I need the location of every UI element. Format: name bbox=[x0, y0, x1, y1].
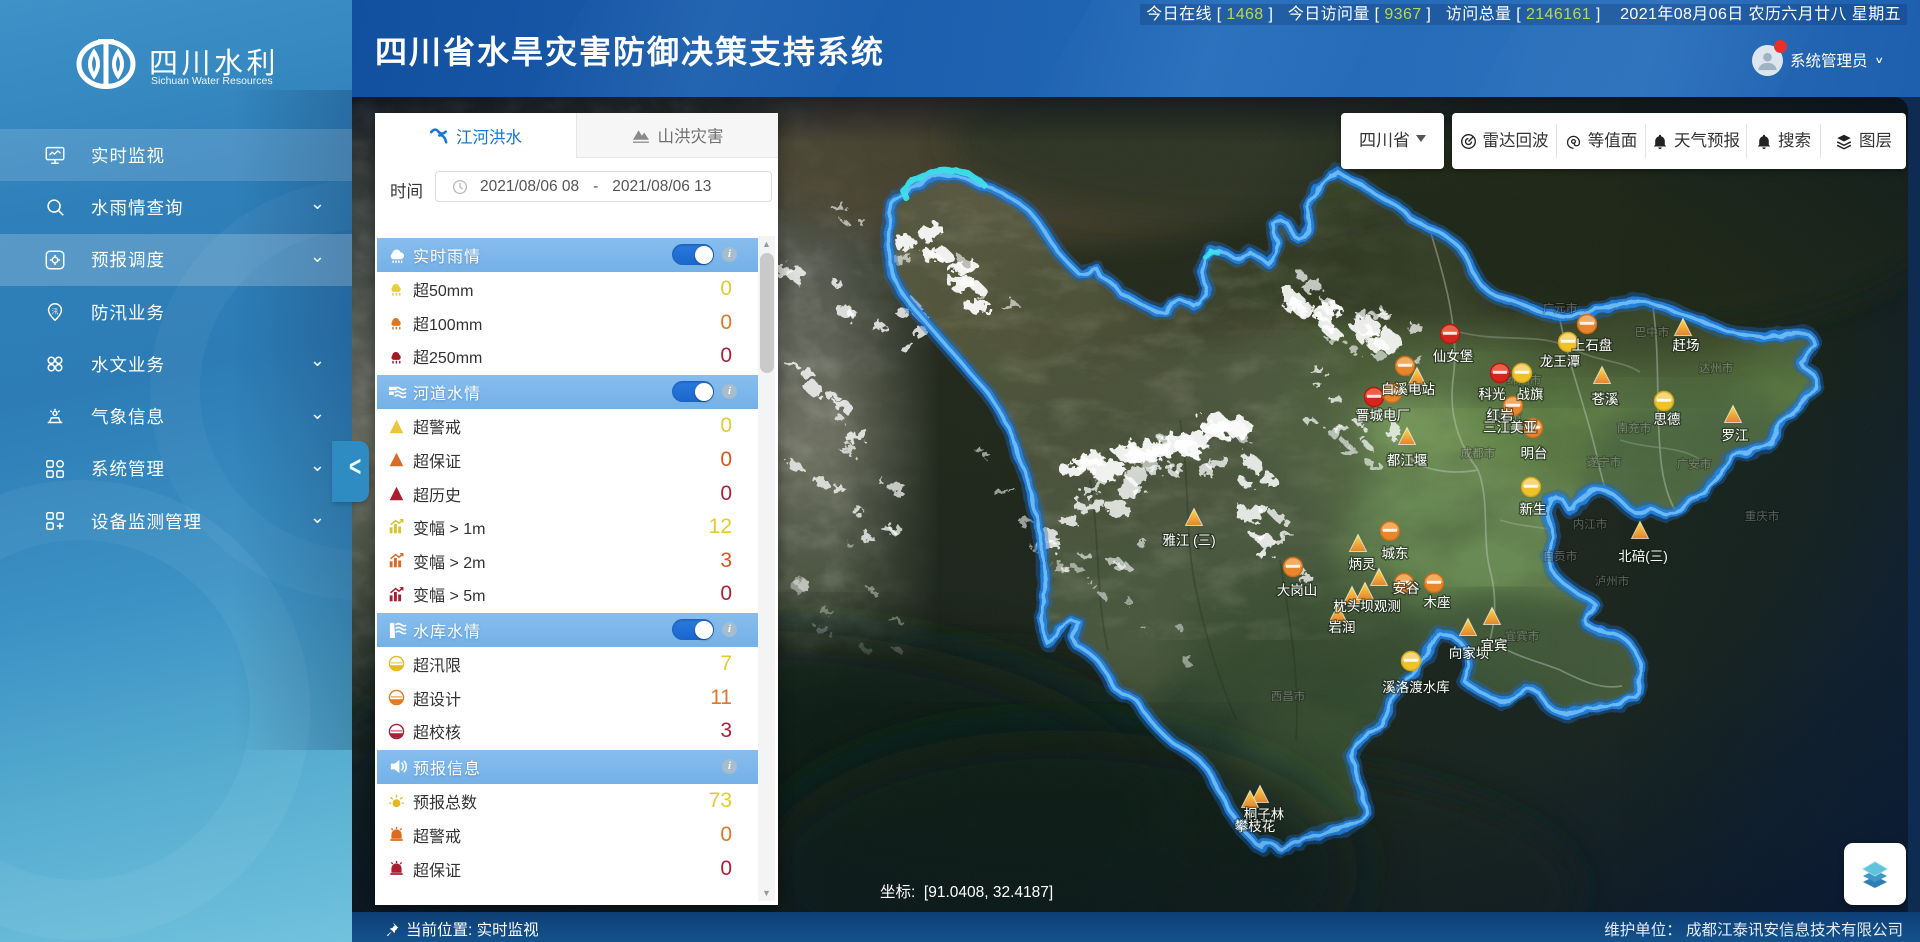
svg-text:白溪电站: 白溪电站 bbox=[1381, 382, 1435, 397]
svg-text:城东: 城东 bbox=[1382, 546, 1409, 561]
svg-text:自贡市: 自贡市 bbox=[1543, 549, 1578, 563]
svg-text:南充市: 南充市 bbox=[1617, 421, 1652, 435]
svg-text:溪洛渡水库: 溪洛渡水库 bbox=[1382, 680, 1450, 695]
svg-text:罗江: 罗江 bbox=[1722, 428, 1749, 443]
svg-text:雅江 (三): 雅江 (三) bbox=[1162, 533, 1215, 548]
svg-text:上石盘: 上石盘 bbox=[1572, 337, 1613, 353]
svg-text:大岗山: 大岗山 bbox=[1277, 583, 1318, 598]
svg-text:科光: 科光 bbox=[1479, 387, 1506, 402]
svg-text:岩润: 岩润 bbox=[1329, 620, 1356, 635]
svg-text:广安市: 广安市 bbox=[1677, 457, 1712, 471]
svg-text:明台: 明台 bbox=[1521, 446, 1548, 461]
svg-text:仙女堡: 仙女堡 bbox=[1433, 348, 1474, 364]
svg-text:内江市: 内江市 bbox=[1573, 517, 1608, 531]
svg-text:遂宁市: 遂宁市 bbox=[1587, 455, 1622, 469]
svg-text:巴中市: 巴中市 bbox=[1635, 325, 1670, 339]
svg-text:炳灵: 炳灵 bbox=[1349, 557, 1377, 572]
svg-text:新生: 新生 bbox=[1520, 502, 1547, 517]
svg-text:都江堰: 都江堰 bbox=[1387, 453, 1428, 468]
svg-text:西昌市: 西昌市 bbox=[1271, 689, 1306, 703]
svg-text:北碚(三): 北碚(三) bbox=[1618, 549, 1668, 564]
svg-text:龙王潭: 龙王潭 bbox=[1540, 354, 1581, 369]
svg-text:达州市: 达州市 bbox=[1699, 361, 1734, 375]
svg-text:苍溪: 苍溪 bbox=[1592, 392, 1620, 407]
svg-text:木座: 木座 bbox=[1424, 595, 1451, 610]
svg-text:三江美亚: 三江美亚 bbox=[1483, 420, 1537, 435]
svg-text:广元市: 广元市 bbox=[1543, 301, 1578, 315]
svg-text:宜宾市: 宜宾市 bbox=[1505, 629, 1540, 643]
svg-text:晋城电厂: 晋城电厂 bbox=[1356, 408, 1410, 423]
svg-text:战旗: 战旗 bbox=[1517, 387, 1544, 402]
svg-text:成都市: 成都市 bbox=[1461, 446, 1496, 460]
svg-text:宜宾: 宜宾 bbox=[1481, 638, 1508, 653]
svg-text:重庆市: 重庆市 bbox=[1745, 509, 1780, 523]
svg-text:攀枝花: 攀枝花 bbox=[1235, 819, 1276, 834]
svg-text:安谷: 安谷 bbox=[1393, 581, 1421, 596]
svg-text:汛: 汛 bbox=[52, 307, 59, 315]
svg-text:赶场: 赶场 bbox=[1673, 338, 1700, 353]
svg-text:泸州市: 泸州市 bbox=[1595, 574, 1630, 588]
svg-text:思德: 思德 bbox=[1654, 412, 1681, 427]
svg-text:枕头坝观测: 枕头坝观测 bbox=[1333, 599, 1401, 614]
